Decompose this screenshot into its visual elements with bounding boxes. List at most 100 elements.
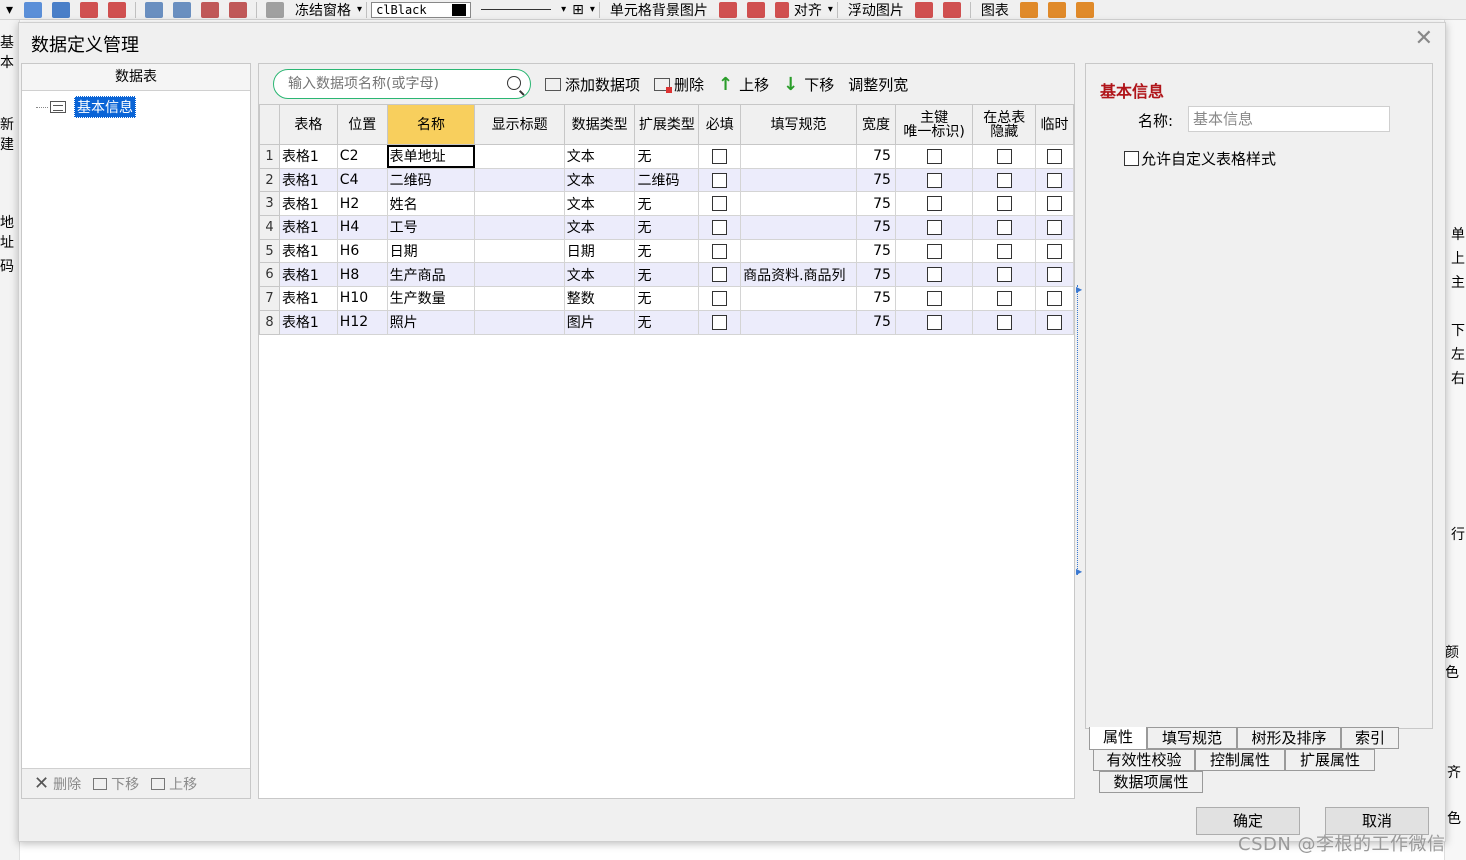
cell-sheet[interactable]: 表格1 — [278, 215, 338, 240]
col-header-sheet[interactable]: 表格 — [278, 104, 338, 145]
checkbox[interactable] — [1047, 267, 1063, 283]
custom-style-checkbox[interactable]: 允许自定义表格样式 — [1124, 148, 1276, 169]
cell-name[interactable]: 日期 — [386, 238, 476, 264]
search-icon[interactable] — [507, 76, 521, 90]
col-header-required[interactable]: 必填 — [698, 104, 742, 145]
tab-tree-sort[interactable]: 树形及排序 — [1237, 727, 1341, 749]
cell-temp[interactable] — [1035, 286, 1074, 311]
move-down-button[interactable]: ↓ 下移 — [783, 74, 834, 95]
cell-primary-key[interactable] — [894, 309, 974, 335]
cell-name[interactable]: 生产商品 — [386, 262, 476, 288]
splitter-handle[interactable] — [1077, 285, 1080, 575]
cell-required[interactable] — [698, 262, 742, 288]
cell-name[interactable]: 姓名 — [386, 191, 476, 217]
cell-hidden[interactable] — [972, 262, 1037, 288]
col-header-fill-rule[interactable]: 填写规范 — [740, 104, 858, 145]
checkbox[interactable] — [712, 243, 728, 259]
cell-ext-type[interactable]: 无 — [634, 238, 700, 264]
row-number[interactable]: 4 — [259, 215, 280, 240]
color-picker[interactable]: clBlack — [371, 1, 472, 18]
cell-name[interactable]: 二维码 — [386, 167, 476, 193]
merge-icon[interactable] — [145, 1, 164, 18]
table-row[interactable]: 5 表格1 H6 日期 日期无 75 — [259, 238, 1074, 264]
checkbox[interactable] — [996, 267, 1012, 283]
cell-ext-type[interactable]: 无 — [634, 309, 700, 335]
toolbar-dropdown-arrow[interactable]: ▾ — [6, 2, 13, 18]
insert-col-icon[interactable] — [52, 1, 71, 18]
checkbox[interactable] — [926, 148, 942, 164]
cell-required[interactable] — [698, 286, 742, 311]
row-number[interactable]: 5 — [259, 238, 280, 264]
checkbox[interactable] — [926, 243, 942, 259]
cell-display-title[interactable] — [474, 309, 565, 335]
checkbox-box[interactable] — [1124, 151, 1139, 166]
close-icon[interactable]: ✕ — [1415, 26, 1433, 51]
tree-item-basic-info[interactable]: 基本信息 — [36, 96, 136, 118]
cell-fill-rule[interactable] — [740, 286, 858, 311]
delete-table-button[interactable]: ✕ 删除 — [34, 773, 81, 794]
percent-icon[interactable] — [266, 1, 285, 18]
cell-required[interactable] — [698, 238, 742, 264]
tree-item-label[interactable]: 基本信息 — [74, 96, 136, 118]
col-header-width[interactable]: 宽度 — [856, 104, 896, 145]
remove-float-image-icon[interactable] — [942, 1, 961, 18]
table-row[interactable]: 6 表格1 H8 生产商品 文本无 商品资料.商品列 75 — [259, 262, 1074, 288]
col-header-position[interactable]: 位置 — [336, 104, 388, 145]
checkbox[interactable] — [996, 172, 1012, 188]
chart-label[interactable]: 图表 — [981, 0, 1009, 19]
cell-temp[interactable] — [1035, 309, 1074, 335]
cell-fill-rule[interactable] — [740, 167, 858, 193]
checkbox[interactable] — [1047, 148, 1063, 164]
cell-temp[interactable] — [1035, 238, 1074, 264]
cell-width[interactable]: 75 — [856, 286, 896, 311]
cell-temp[interactable] — [1035, 167, 1074, 193]
cell-hidden[interactable] — [972, 286, 1037, 311]
cell-display-title[interactable] — [474, 144, 565, 169]
checkbox[interactable] — [712, 314, 728, 330]
align-button[interactable]: 对齐 — [794, 0, 822, 19]
bar-chart-icon[interactable] — [1019, 1, 1038, 18]
cell-width[interactable]: 75 — [856, 238, 896, 264]
checkbox[interactable] — [712, 172, 728, 188]
cell-primary-key[interactable] — [894, 262, 974, 288]
checkbox[interactable] — [1047, 172, 1063, 188]
cell-position[interactable]: H8 — [336, 262, 388, 288]
cell-temp[interactable] — [1035, 144, 1074, 169]
delete-row-icon[interactable] — [80, 1, 99, 18]
cell-display-title[interactable] — [474, 167, 565, 193]
row-number[interactable]: 8 — [259, 309, 280, 335]
cell-sheet[interactable]: 表格1 — [278, 238, 338, 264]
cell-data-type[interactable]: 日期 — [563, 238, 636, 264]
col-header-primary-key[interactable]: 主键 唯一标识) — [894, 104, 974, 145]
checkbox[interactable] — [1047, 314, 1063, 330]
checkbox[interactable] — [1047, 290, 1063, 306]
delete-item-button[interactable]: 删除 — [654, 74, 704, 95]
cell-required[interactable] — [698, 191, 742, 217]
cell-position[interactable]: H10 — [336, 286, 388, 311]
cell-hidden[interactable] — [972, 167, 1037, 193]
checkbox[interactable] — [1047, 219, 1063, 235]
cell-position[interactable]: C2 — [336, 144, 388, 169]
add-data-item-button[interactable]: 添加数据项 — [545, 74, 640, 95]
align-icon[interactable] — [774, 1, 789, 18]
cell-sheet[interactable]: 表格1 — [278, 191, 338, 217]
tab-data-item-props[interactable]: 数据项属性 — [1099, 771, 1203, 793]
table-row[interactable]: 4 表格1 H4 工号 文本无 75 — [259, 215, 1074, 240]
checkbox[interactable] — [1047, 243, 1063, 259]
checkbox[interactable] — [996, 243, 1012, 259]
cell-name[interactable]: 表单地址 — [386, 144, 476, 169]
search-box[interactable] — [273, 69, 531, 99]
cell-display-title[interactable] — [474, 238, 565, 264]
row-number[interactable]: 1 — [259, 144, 280, 169]
checkbox[interactable] — [712, 196, 728, 212]
col-header-hidden[interactable]: 在总表 隐藏 — [972, 104, 1037, 145]
cell-data-type[interactable]: 整数 — [563, 286, 636, 311]
move-up-table-button[interactable]: 上移 — [151, 774, 197, 794]
cell-ext-type[interactable]: 二维码 — [634, 167, 700, 193]
cell-fill-rule[interactable] — [740, 309, 858, 335]
checkbox[interactable] — [996, 290, 1012, 306]
search-input[interactable] — [286, 71, 486, 97]
checkbox[interactable] — [1047, 196, 1063, 212]
cell-name[interactable]: 工号 — [386, 215, 476, 240]
checkbox[interactable] — [712, 290, 728, 306]
